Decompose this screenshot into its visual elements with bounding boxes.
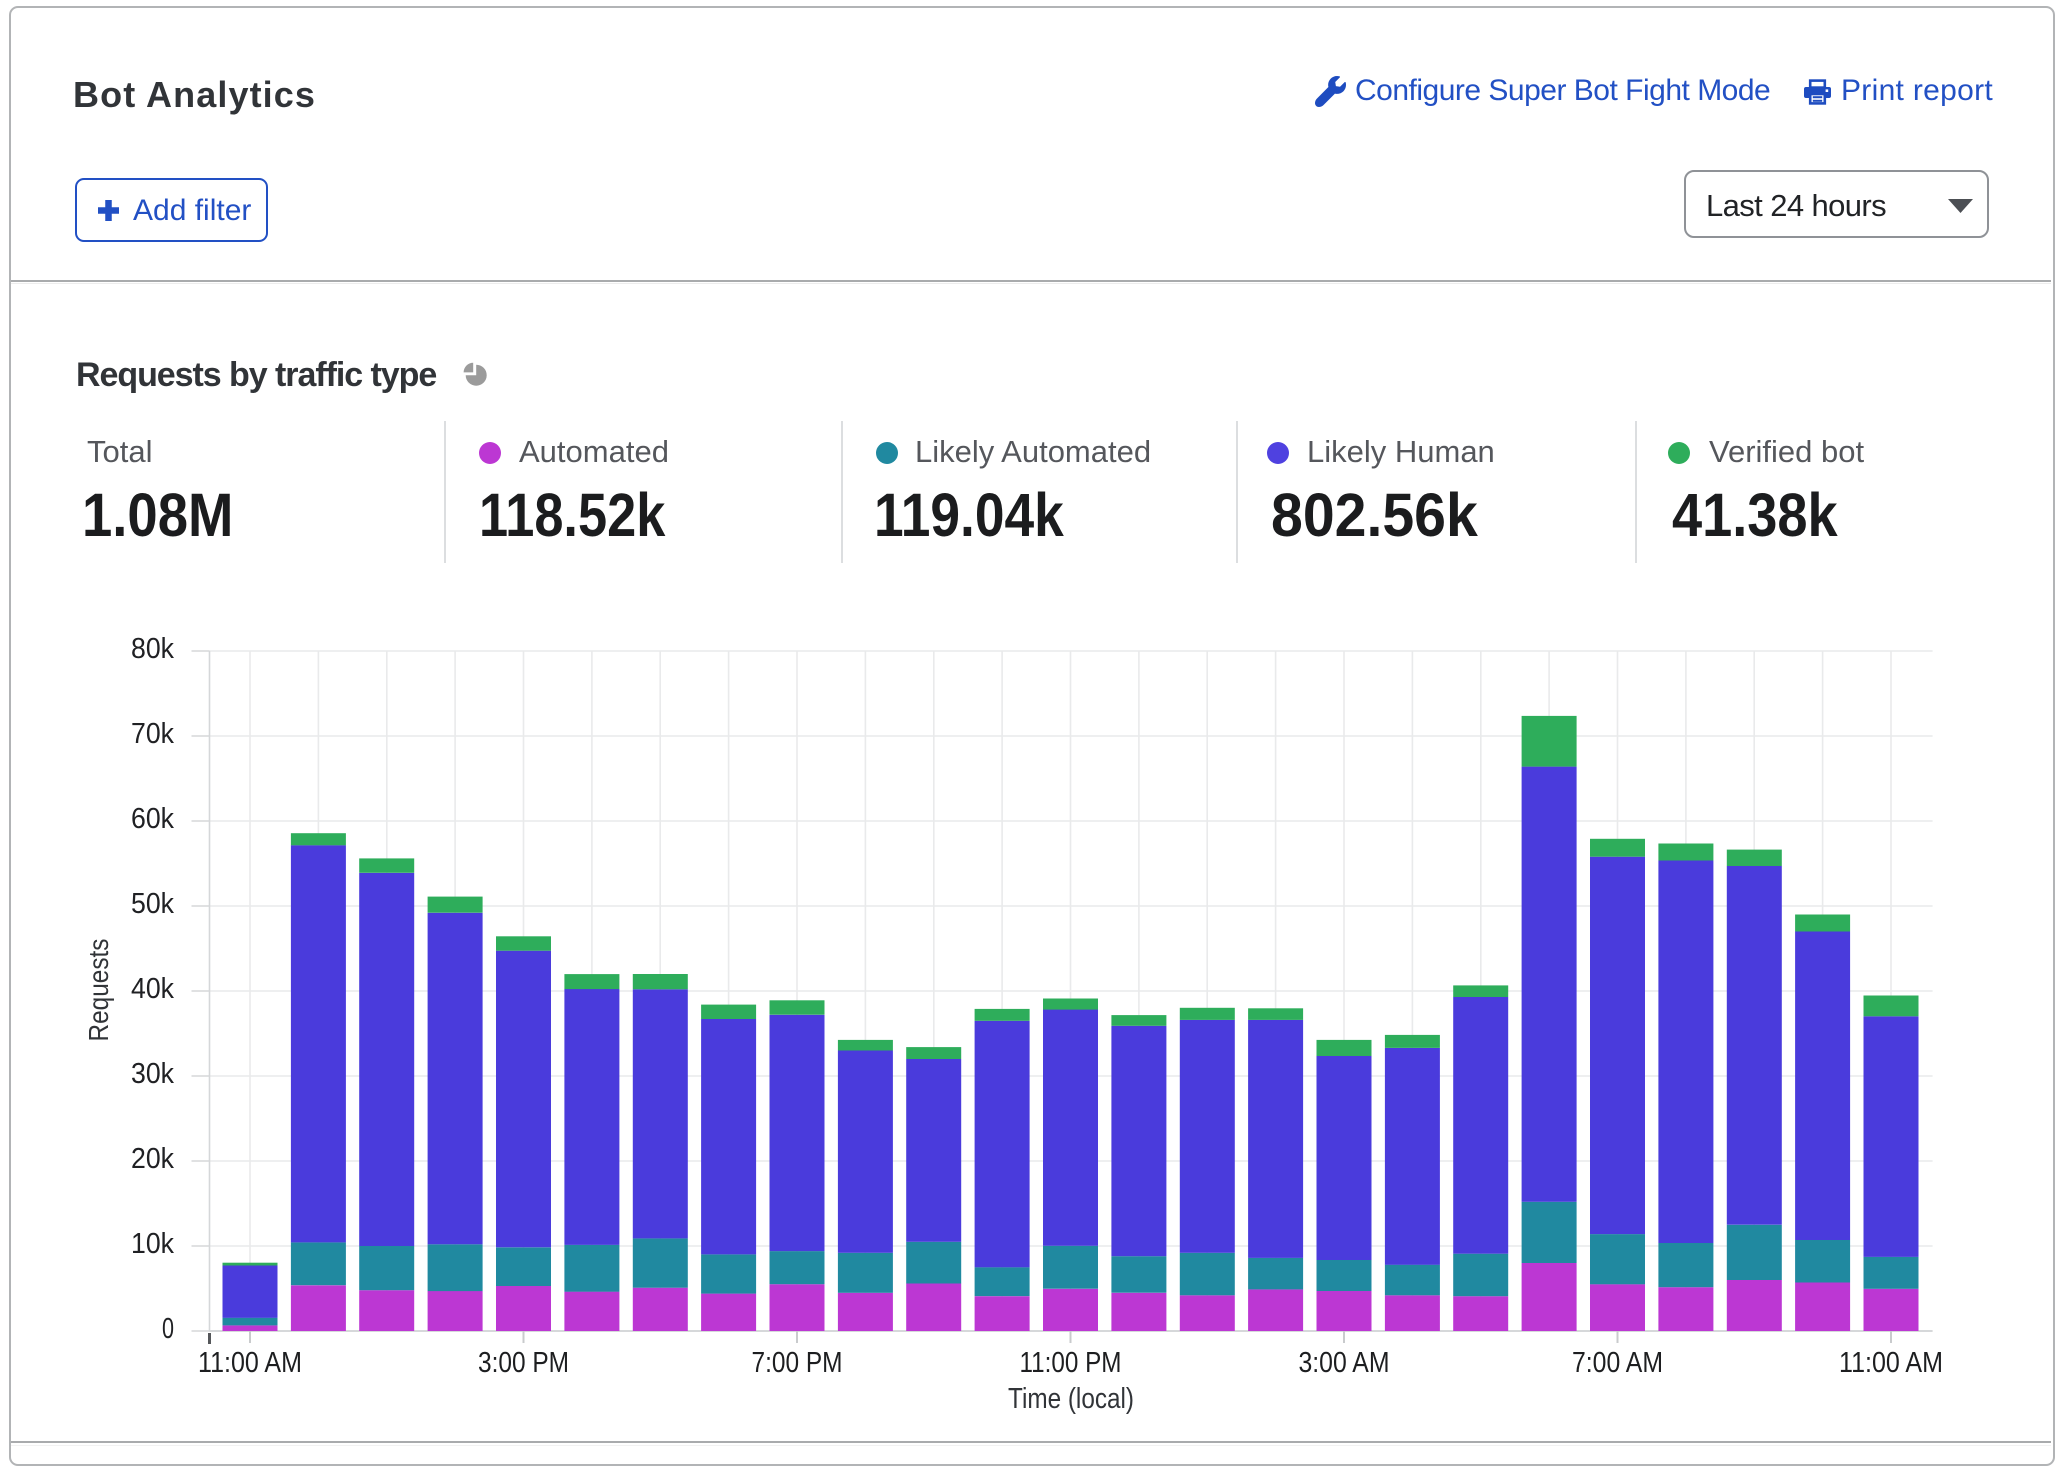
svg-text:10k: 10k [131, 1228, 174, 1260]
svg-text:50k: 50k [131, 888, 174, 920]
svg-text:3:00 PM: 3:00 PM [478, 1347, 569, 1379]
svg-text:30k: 30k [131, 1058, 174, 1090]
svg-text:0: 0 [162, 1313, 174, 1345]
svg-text:70k: 70k [131, 718, 174, 750]
svg-text:20k: 20k [131, 1143, 174, 1175]
svg-text:7:00 PM: 7:00 PM [752, 1347, 843, 1379]
svg-text:Time (local): Time (local) [1008, 1383, 1134, 1415]
svg-text:80k: 80k [131, 633, 174, 665]
svg-text:60k: 60k [131, 803, 174, 835]
svg-text:40k: 40k [131, 973, 174, 1005]
svg-text:11:00 PM: 11:00 PM [1020, 1347, 1122, 1379]
svg-text:7:00 AM: 7:00 AM [1572, 1347, 1663, 1379]
svg-text:11:00 AM: 11:00 AM [1839, 1347, 1943, 1379]
svg-text:3:00 AM: 3:00 AM [1299, 1347, 1390, 1379]
svg-text:Requests: Requests [83, 939, 114, 1042]
svg-text:11:00 AM: 11:00 AM [198, 1347, 302, 1379]
